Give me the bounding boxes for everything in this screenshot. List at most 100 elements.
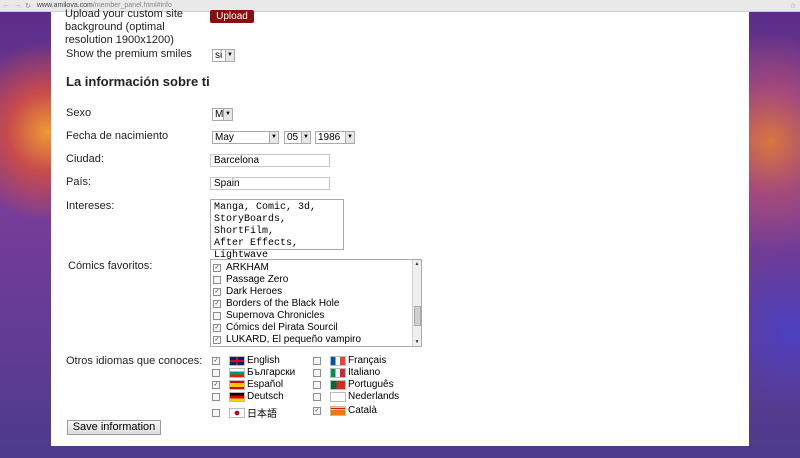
comic-list-item[interactable]: Supernova Chronicles: [211, 310, 421, 322]
chevron-down-icon: ▼: [223, 109, 232, 120]
idiomas-label: Otros idiomas que conoces:: [66, 355, 203, 367]
language-option[interactable]: 日本語: [212, 405, 277, 420]
france-flag-icon: [330, 355, 346, 366]
month-value: May: [215, 132, 234, 143]
sexo-label: Sexo: [66, 107, 92, 119]
comic-checkbox[interactable]: ✓: [213, 288, 221, 296]
language-option[interactable]: ✓ Català: [313, 405, 377, 416]
bulgaria-flag-icon: [229, 367, 245, 378]
comics-list: ✓ ARKHAM Passage Zero ✓ Dark Heroes ✓ Borders …: [211, 262, 421, 346]
language-checkbox[interactable]: ✓: [313, 406, 321, 415]
italy-flag-icon: [330, 367, 346, 378]
comic-list-item[interactable]: ✓ LUKARD, El pequeño vampiro: [211, 334, 421, 346]
section-title: La información sobre ti: [66, 74, 210, 89]
comics-label: Cómics favoritos:: [68, 260, 153, 272]
language-label: Català: [348, 405, 377, 416]
language-label: English: [247, 355, 280, 366]
comic-label: Cómics del Pirata Sourcil: [226, 322, 338, 333]
bookmark-star-icon[interactable]: ☆: [790, 2, 796, 10]
comic-label: Borders of the Black Hole: [226, 298, 340, 309]
day-value: 05: [287, 132, 299, 143]
fecha-label: Fecha de nacimiento: [66, 130, 169, 142]
comics-scrollbar[interactable]: ▲ ▼: [412, 260, 421, 346]
comic-checkbox[interactable]: ✓: [213, 336, 221, 344]
language-label: Deutsch: [247, 391, 284, 402]
comic-label: Dark Heroes: [226, 286, 283, 297]
back-icon[interactable]: ←: [3, 2, 10, 10]
comics-listbox[interactable]: ✓ ARKHAM Passage Zero ✓ Dark Heroes ✓ Borders …: [210, 259, 422, 347]
member-panel: Upload your custom site background (opti…: [51, 8, 749, 446]
upload-button[interactable]: Upload: [210, 10, 254, 23]
language-label: Español: [247, 379, 284, 390]
language-checkbox[interactable]: [212, 392, 220, 401]
scroll-down-icon[interactable]: ▼: [413, 338, 421, 346]
japan-flag-icon: [229, 407, 245, 418]
language-checkbox[interactable]: [212, 368, 220, 377]
language-checkbox[interactable]: [313, 380, 321, 389]
sexo-select[interactable]: M ▼: [212, 108, 233, 121]
comic-checkbox[interactable]: [213, 276, 221, 284]
language-option[interactable]: Deutsch: [212, 391, 284, 402]
year-select[interactable]: 1986 ▼: [315, 131, 355, 144]
language-option[interactable]: Português: [313, 379, 394, 390]
language-checkbox[interactable]: [313, 368, 321, 377]
language-option[interactable]: Italiano: [313, 367, 380, 378]
comic-label: ARKHAM: [226, 262, 269, 273]
chevron-down-icon: ▼: [301, 132, 310, 143]
chevron-down-icon: ▼: [225, 50, 234, 61]
language-checkbox[interactable]: [313, 392, 321, 401]
language-checkbox[interactable]: [313, 356, 321, 365]
intereses-textarea[interactable]: Manga, Comic, 3d, StoryBoards, ShortFilm…: [210, 199, 344, 261]
premium-smiles-label: Show the premium smiles: [66, 48, 192, 60]
forward-icon[interactable]: →: [14, 2, 21, 10]
portugal-flag-icon: [330, 379, 346, 390]
catalonia-flag-icon: [330, 405, 346, 416]
comic-list-item[interactable]: ✓ ARKHAM: [211, 262, 421, 274]
language-label: Português: [348, 379, 394, 390]
comic-checkbox[interactable]: ✓: [213, 264, 221, 272]
reload-icon[interactable]: ↻: [25, 2, 31, 10]
comic-checkbox[interactable]: ✓: [213, 324, 221, 332]
premium-smiles-select[interactable]: si ▼: [212, 49, 235, 62]
comic-label: Passage Zero: [226, 274, 289, 285]
save-information-button[interactable]: Save information: [67, 420, 161, 435]
language-option[interactable]: Français: [313, 355, 386, 366]
browser-nav: ← → ↻: [3, 2, 31, 10]
netherlands-flag-icon: [330, 391, 346, 402]
language-option[interactable]: Nederlands: [313, 391, 399, 402]
upload-background-label: Upload your custom site background (opti…: [65, 8, 183, 46]
comic-list-item[interactable]: ✓ Borders of the Black Hole: [211, 298, 421, 310]
language-option[interactable]: Български: [212, 367, 295, 378]
scroll-up-icon[interactable]: ▲: [413, 260, 421, 268]
comic-checkbox[interactable]: [213, 312, 221, 320]
chevron-down-icon: ▼: [345, 132, 354, 143]
intereses-label: Intereses:: [66, 200, 115, 212]
comic-list-item[interactable]: ✓ Cómics del Pirata Sourcil: [211, 322, 421, 334]
month-select[interactable]: May ▼: [212, 131, 279, 144]
scrollbar-thumb[interactable]: [414, 306, 421, 326]
comic-list-item[interactable]: ✓ Dark Heroes: [211, 286, 421, 298]
year-value: 1986: [318, 132, 341, 143]
comic-label: LUKARD, El pequeño vampiro: [226, 334, 362, 345]
premium-smiles-value: si: [215, 50, 223, 61]
ciudad-input[interactable]: Barcelona: [210, 154, 330, 167]
germany-flag-icon: [229, 391, 245, 402]
comic-checkbox[interactable]: ✓: [213, 300, 221, 308]
language-label: Français: [348, 355, 387, 366]
day-select[interactable]: 05 ▼: [284, 131, 311, 144]
pais-label: País:: [66, 176, 92, 188]
chevron-down-icon: ▼: [269, 132, 278, 143]
language-option[interactable]: ✓ English: [212, 355, 280, 366]
uk-flag-icon: [229, 355, 245, 366]
language-label: 日本語: [247, 409, 277, 420]
comic-list-item[interactable]: Passage Zero: [211, 274, 421, 286]
comic-label: Supernova Chronicles: [226, 310, 325, 321]
pais-input[interactable]: Spain: [210, 177, 330, 190]
language-checkbox[interactable]: ✓: [212, 356, 220, 365]
language-label: Български: [247, 367, 296, 378]
language-checkbox[interactable]: [212, 408, 220, 417]
language-label: Nederlands: [348, 391, 400, 402]
language-label: Italiano: [348, 367, 381, 378]
language-option[interactable]: ✓ Español: [212, 379, 283, 390]
language-checkbox[interactable]: ✓: [212, 380, 220, 389]
